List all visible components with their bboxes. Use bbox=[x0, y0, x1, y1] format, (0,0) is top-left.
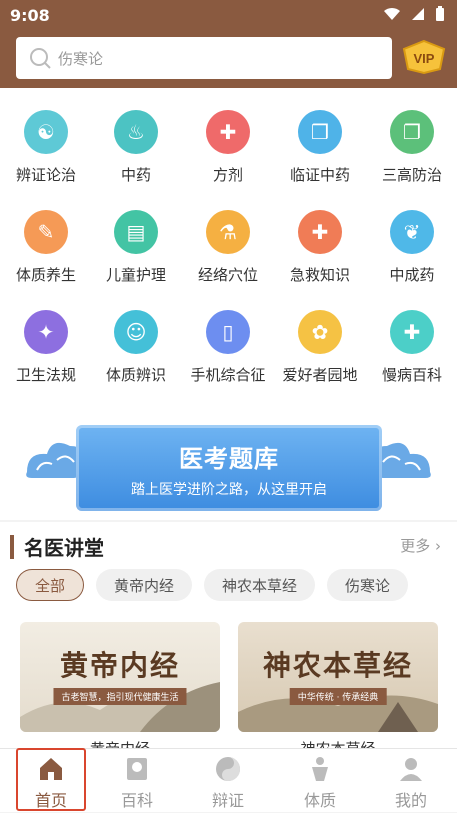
section-title: 名医讲堂 bbox=[24, 536, 104, 560]
search-placeholder: 伤寒论 bbox=[58, 49, 104, 68]
book-icon: ❐ bbox=[390, 110, 434, 154]
feature-item[interactable]: ▤ 儿童护理 bbox=[91, 210, 181, 285]
feature-item[interactable]: ✚ 慢病百科 bbox=[367, 310, 457, 385]
feature-item[interactable]: ☯ 辨证论治 bbox=[1, 110, 91, 185]
feature-label: 儿童护理 bbox=[105, 266, 166, 284]
shield-icon: ✦ bbox=[24, 310, 68, 354]
feature-item[interactable]: ❐ 三高防治 bbox=[367, 110, 457, 185]
card-cover-subtitle: 中华传统 · 传承经典 bbox=[289, 688, 387, 705]
feature-label: 体质辨识 bbox=[105, 366, 166, 384]
feature-label: 辨证论治 bbox=[15, 166, 76, 184]
nav-diagnosis-label: 辩证 bbox=[211, 791, 244, 810]
vip-button[interactable]: VIP bbox=[402, 39, 446, 75]
lecture-card[interactable]: 神农本草经 中华传统 · 传承经典 bbox=[238, 622, 438, 732]
tab-all[interactable]: 全部 bbox=[16, 569, 85, 601]
card-cover-title: 黄帝内经 bbox=[59, 649, 180, 682]
notepad-icon: ✎ bbox=[24, 210, 68, 254]
feature-item[interactable]: ✚ 急救知识 bbox=[275, 210, 365, 285]
flower-icon: ✿ bbox=[298, 310, 342, 354]
clipboard-icon: ▤ bbox=[114, 210, 158, 254]
feature-item[interactable]: ▯ 手机综合征 bbox=[183, 310, 273, 385]
feature-label: 方剂 bbox=[212, 166, 243, 184]
tab-shennong[interactable]: 神农本草经 bbox=[204, 569, 316, 601]
nav-mine[interactable]: 我的 bbox=[376, 749, 446, 813]
medicine-bottle-icon: ⚗ bbox=[206, 210, 250, 254]
feature-label: 卫生法规 bbox=[15, 366, 76, 384]
more-label: 更多 bbox=[400, 537, 431, 555]
feature-item[interactable]: ✦ 卫生法规 bbox=[1, 310, 91, 385]
feature-item[interactable]: ✎ 体质养生 bbox=[1, 210, 91, 285]
feature-label: 急救知识 bbox=[289, 266, 350, 284]
exam-bank-banner[interactable]: 医考题库 踏上医学进阶之路，从这里开启 bbox=[76, 425, 382, 511]
feature-item[interactable]: ♨ 中药 bbox=[91, 110, 181, 185]
feature-label: 临证中药 bbox=[289, 166, 350, 184]
category-tabs: 全部 黄帝内经 神农本草经 伤寒论 bbox=[16, 569, 409, 601]
lecture-card[interactable]: 黄帝内经 古老智慧，指引现代健康生活 bbox=[20, 622, 220, 732]
card-cover-title: 神农本草经 bbox=[262, 649, 413, 682]
feature-item[interactable]: ✿ 爱好者园地 bbox=[275, 310, 365, 385]
status-bar: 9:08 bbox=[0, 0, 457, 30]
feature-label: 三高防治 bbox=[381, 166, 442, 184]
nav-constitution[interactable]: 体质 bbox=[285, 749, 355, 813]
yin-yang-icon bbox=[216, 757, 240, 781]
phone-icon: ▯ bbox=[206, 310, 250, 354]
user-icon bbox=[400, 758, 422, 781]
prescription-jar-icon: ✚ bbox=[206, 110, 250, 154]
vip-badge-icon: VIP bbox=[402, 39, 446, 75]
nav-encyclopedia-label: 百科 bbox=[120, 791, 153, 810]
gift-box-icon: ❒ bbox=[298, 110, 342, 154]
nav-encyclopedia[interactable]: 百科 bbox=[102, 749, 172, 813]
feature-label: 手机综合征 bbox=[190, 366, 266, 384]
feature-item[interactable]: ✚ 方剂 bbox=[183, 110, 273, 185]
banner-subtitle: 踏上医学进阶之路，从这里开启 bbox=[131, 482, 327, 498]
first-aid-icon: ✚ bbox=[298, 210, 342, 254]
active-tab-highlight bbox=[16, 748, 86, 811]
wifi-icon bbox=[384, 7, 400, 20]
chevron-right-icon: › bbox=[435, 537, 441, 555]
feature-label: 经络穴位 bbox=[197, 266, 258, 284]
signal-icon bbox=[412, 8, 424, 20]
body-icon bbox=[312, 757, 328, 781]
feature-item[interactable]: ☺ 体质辨识 bbox=[91, 310, 181, 385]
section-header: 名医讲堂 bbox=[10, 532, 104, 561]
feature-label: 爱好者园地 bbox=[282, 366, 358, 384]
card-cover-subtitle: 古老智慧，指引现代健康生活 bbox=[53, 688, 187, 705]
section-accent-bar bbox=[10, 534, 14, 559]
tab-shanghan[interactable]: 伤寒论 bbox=[327, 569, 409, 601]
battery-icon bbox=[436, 6, 444, 21]
nav-diagnosis[interactable]: 辩证 bbox=[193, 749, 263, 813]
search-icon bbox=[30, 48, 51, 69]
more-link[interactable]: 更多 › bbox=[400, 535, 441, 556]
scan-leaf-icon: ❦ bbox=[390, 210, 434, 254]
yin-yang-icon: ☯ bbox=[24, 110, 68, 154]
feature-label: 体质养生 bbox=[15, 266, 76, 284]
banner-title: 医考题库 bbox=[179, 445, 279, 473]
nav-constitution-label: 体质 bbox=[303, 791, 336, 810]
nav-mine-label: 我的 bbox=[394, 791, 427, 810]
feature-item[interactable]: ❦ 中成药 bbox=[367, 210, 457, 285]
feature-label: 中成药 bbox=[389, 266, 435, 284]
svg-text:VIP: VIP bbox=[414, 51, 435, 66]
status-time: 9:08 bbox=[10, 6, 50, 25]
herb-pot-icon: ♨ bbox=[114, 110, 158, 154]
feature-label: 慢病百科 bbox=[381, 366, 442, 384]
feature-item[interactable]: ❒ 临证中药 bbox=[275, 110, 365, 185]
tab-huangdi[interactable]: 黄帝内经 bbox=[96, 569, 193, 601]
encyclopedia-icon bbox=[127, 758, 147, 780]
body-scan-icon: ☺ bbox=[114, 310, 158, 354]
feature-item[interactable]: ⚗ 经络穴位 bbox=[183, 210, 273, 285]
search-input[interactable]: 伤寒论 bbox=[16, 37, 392, 79]
medical-cross-icon: ✚ bbox=[390, 310, 434, 354]
feature-label: 中药 bbox=[120, 166, 151, 184]
